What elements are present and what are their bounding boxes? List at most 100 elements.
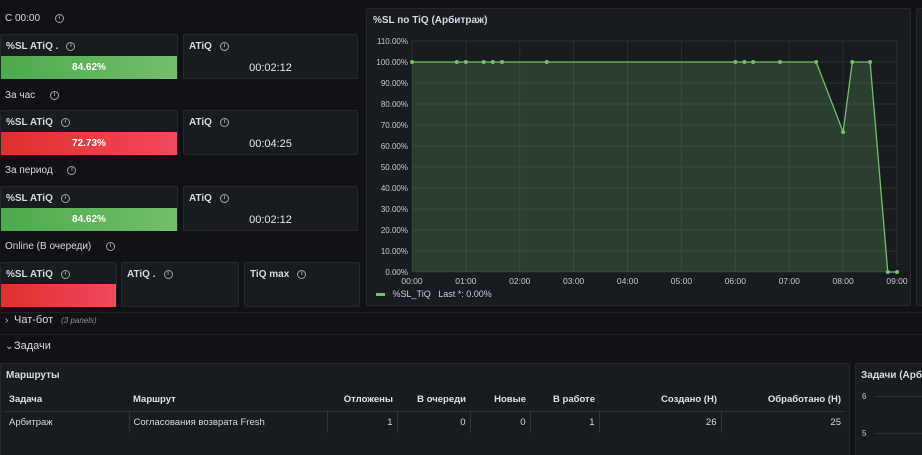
- stat-panel-sl-online[interactable]: %SL ATiQ i: [0, 262, 117, 307]
- info-icon[interactable]: i: [66, 41, 76, 51]
- stat-panel-tiqmax-online[interactable]: TiQ max i: [244, 262, 360, 307]
- data-point[interactable]: [490, 60, 495, 64]
- y-tick-label: 80.00%: [381, 100, 408, 109]
- data-point[interactable]: [841, 129, 846, 134]
- row-divider: [0, 312, 922, 313]
- col-header-new[interactable]: Новые: [470, 388, 530, 412]
- data-point[interactable]: [868, 60, 873, 64]
- legend-series-name: %SL_TiQ: [392, 289, 431, 299]
- table-header-row: Задача Маршрут Отложены В очереди Новые …: [5, 388, 845, 412]
- info-icon[interactable]: i: [219, 117, 229, 127]
- x-tick-label: 05:00: [671, 276, 693, 286]
- y-tick-label: 70.00%: [381, 121, 408, 130]
- tasks-arbitrage-panel[interactable]: Задачи (Арби 6 5: [855, 363, 922, 455]
- panel-title: %SL ATiQ i: [6, 269, 70, 280]
- sl-value: 84.62%: [72, 214, 106, 225]
- x-tick-label: 03:00: [563, 276, 585, 286]
- legend-swatch: [376, 293, 385, 297]
- data-point[interactable]: [751, 60, 756, 64]
- col-header-processed[interactable]: Обработано (Н): [721, 388, 845, 412]
- row-chatbot[interactable]: › Чат-бот (3 panels): [5, 314, 97, 326]
- col-header-in-progress[interactable]: В работе: [530, 388, 599, 412]
- data-point[interactable]: [895, 270, 899, 274]
- info-icon[interactable]: i: [297, 269, 307, 279]
- panel-title: ATiQ i: [189, 117, 229, 128]
- data-point[interactable]: [742, 60, 747, 64]
- x-tick-label: 00:00: [401, 276, 423, 286]
- side-ytick: 5: [862, 429, 867, 438]
- line-chart[interactable]: 110.00% 100.00% 90.00% 80.00% 70.00% 60.00% 50…: [367, 9, 912, 307]
- data-point[interactable]: [499, 60, 504, 64]
- data-point[interactable]: [850, 60, 855, 64]
- section-label: Online (В очереди): [5, 241, 92, 252]
- panel-title: ATiQ . i: [127, 269, 173, 280]
- section-title-online: Online (В очереди) i: [5, 241, 116, 252]
- panel-title: ATiQ i: [189, 41, 229, 52]
- info-icon[interactable]: i: [67, 165, 77, 175]
- cell-created: 26: [599, 411, 722, 433]
- y-tick-label: 100.00%: [376, 58, 408, 67]
- info-icon[interactable]: i: [106, 241, 116, 251]
- sl-value-bar: 84.62%: [1, 56, 177, 79]
- side-gridline: [874, 396, 922, 397]
- info-icon[interactable]: i: [60, 269, 70, 279]
- panel-title-text: ATiQ: [189, 193, 212, 204]
- chart-legend[interactable]: %SL_TiQ Last *: 0.00%: [376, 289, 492, 299]
- y-tick-label: 60.00%: [381, 142, 408, 151]
- cell-in-progress: 1: [530, 411, 600, 433]
- data-point[interactable]: [733, 60, 738, 64]
- row-tasks[interactable]: ⌄Задачи: [5, 340, 51, 352]
- col-header-in-queue[interactable]: В очереди: [397, 388, 470, 412]
- data-point[interactable]: [463, 60, 468, 64]
- col-header-task[interactable]: Задача: [5, 388, 129, 412]
- panel-title-text: %SL ATiQ: [6, 269, 53, 280]
- data-point[interactable]: [544, 60, 549, 64]
- data-point[interactable]: [454, 60, 459, 64]
- stat-panel-sl-1[interactable]: %SL ATiQ . i 84.62%: [0, 34, 178, 79]
- col-header-created[interactable]: Создано (Н): [599, 388, 721, 412]
- stat-panel-sl-3[interactable]: %SL ATiQ i 84.62%: [0, 186, 178, 231]
- panel-title: %SL ATiQ i: [6, 117, 70, 128]
- sl-value: 72.73%: [72, 138, 106, 149]
- x-tick-label: 01:00: [455, 276, 477, 286]
- x-tick-label: 07:00: [779, 276, 801, 286]
- stat-panel-sl-2[interactable]: %SL ATiQ i 72.73%: [0, 110, 178, 155]
- stat-panel-atiq-3[interactable]: ATiQ i 00:02:12: [183, 186, 358, 231]
- sl-value-bar: 72.73%: [1, 132, 177, 155]
- y-tick-label: 90.00%: [381, 79, 408, 88]
- cell-postponed: 1: [327, 411, 398, 433]
- row-panel-count: (3 panels): [61, 316, 97, 325]
- info-icon[interactable]: i: [219, 193, 229, 203]
- cell-in-queue: 0: [397, 411, 471, 433]
- panel-title-text: ATiQ .: [127, 269, 156, 280]
- info-icon[interactable]: i: [163, 269, 173, 279]
- y-tick-label: 40.00%: [381, 184, 408, 193]
- y-axis-ticks: 110.00% 100.00% 90.00% 80.00% 70.00% 60.00% 50…: [376, 37, 408, 277]
- info-icon[interactable]: i: [60, 117, 70, 127]
- side-panel-title: Задачи (Арби: [861, 370, 922, 381]
- x-tick-label: 02:00: [509, 276, 531, 286]
- info-icon[interactable]: i: [60, 193, 70, 203]
- info-icon[interactable]: i: [219, 41, 229, 51]
- row-label: Задачи: [14, 340, 51, 352]
- stat-panel-atiq-2[interactable]: ATiQ i 00:04:25: [183, 110, 358, 155]
- data-point[interactable]: [410, 60, 414, 64]
- col-header-postponed[interactable]: Отложены: [327, 388, 397, 412]
- data-point[interactable]: [814, 60, 819, 64]
- routes-table-panel[interactable]: Маршруты Задача Маршрут Отложены В очере…: [0, 363, 850, 455]
- stat-panel-atiq-online[interactable]: ATiQ . i: [121, 262, 239, 307]
- section-label: За час: [5, 90, 36, 101]
- data-point[interactable]: [481, 60, 486, 64]
- info-icon[interactable]: i: [49, 90, 59, 100]
- panel-title-text: TiQ max: [250, 269, 290, 280]
- chart-panel-sl-tiq[interactable]: %SL по TiQ (Арбитраж) 110.00% 100.00% 90.0…: [366, 8, 911, 306]
- offscreen-panel[interactable]: [916, 8, 922, 306]
- cell-processed: 25: [830, 416, 841, 428]
- col-header-route[interactable]: Маршрут: [129, 388, 327, 412]
- data-point[interactable]: [778, 60, 783, 64]
- data-point[interactable]: [885, 270, 890, 274]
- row-label: Чат-бот: [14, 314, 54, 326]
- stat-panel-atiq-1[interactable]: ATiQ i 00:02:12: [183, 34, 358, 79]
- info-icon[interactable]: i: [54, 13, 64, 23]
- table-row[interactable]: Арбитраж Согласования возврата Fresh 1 0…: [5, 411, 845, 433]
